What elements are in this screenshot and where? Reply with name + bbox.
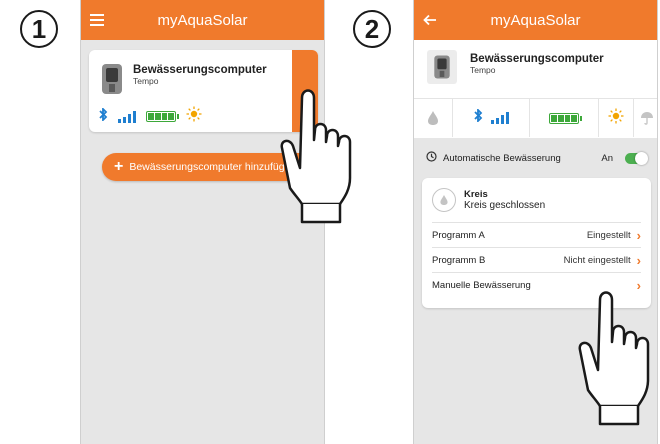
pointing-hand-icon bbox=[268, 78, 362, 233]
chevron-right-icon: › bbox=[636, 227, 641, 243]
device-image bbox=[427, 50, 457, 84]
app-bar: myAquaSolar bbox=[81, 0, 324, 40]
program-a-value: Eingestellt bbox=[586, 229, 631, 241]
device-subtitle: Tempo bbox=[133, 76, 159, 86]
chevron-right-icon: › bbox=[636, 252, 641, 268]
circuit-title: Kreis bbox=[464, 189, 488, 200]
program-b-row[interactable]: Programm B Nicht eingestellt › bbox=[432, 248, 641, 273]
device-subtitle: Tempo bbox=[470, 65, 496, 75]
battery-cell bbox=[530, 99, 599, 137]
hamburger-menu-icon[interactable] bbox=[90, 0, 104, 40]
program-b-value: Nicht eingestellt bbox=[563, 254, 631, 266]
signal-icon bbox=[118, 110, 136, 123]
app-title: myAquaSolar bbox=[490, 11, 581, 29]
app-bar: myAquaSolar bbox=[414, 0, 657, 40]
circuit-icon bbox=[432, 188, 456, 212]
sun-icon bbox=[608, 108, 624, 129]
device-header: Bewässerungscomputer Tempo bbox=[414, 40, 657, 138]
auto-irrigation-state: An bbox=[601, 152, 613, 164]
bluetooth-icon bbox=[99, 106, 108, 126]
device-image bbox=[99, 62, 125, 101]
program-a-label: Programm A bbox=[432, 229, 485, 241]
circuit-status: Kreis geschlossen bbox=[464, 200, 546, 211]
program-b-label: Programm B bbox=[432, 254, 486, 266]
back-arrow-icon[interactable] bbox=[423, 0, 437, 40]
umbrella-icon bbox=[634, 99, 657, 137]
pointing-hand-icon bbox=[566, 280, 660, 435]
manual-irrigation-label: Manuelle Bewässerung bbox=[432, 279, 531, 291]
auto-irrigation-label: Automatische Bewässerung bbox=[443, 152, 561, 164]
device-title: Bewässerungscomputer bbox=[133, 64, 267, 76]
auto-irrigation-row: Automatische Bewässerung An bbox=[414, 148, 657, 168]
program-a-row[interactable]: Programm A Eingestellt › bbox=[432, 223, 641, 248]
connection-status bbox=[453, 99, 530, 137]
water-drop-icon bbox=[414, 99, 453, 137]
auto-irrigation-toggle[interactable] bbox=[625, 151, 648, 165]
sun-cell bbox=[599, 99, 634, 137]
battery-icon bbox=[146, 111, 179, 122]
plus-icon: + bbox=[114, 158, 124, 175]
battery-icon bbox=[549, 112, 582, 124]
device-title: Bewässerungscomputer bbox=[470, 53, 604, 65]
sun-icon bbox=[186, 106, 202, 127]
app-title: myAquaSolar bbox=[157, 11, 248, 29]
bluetooth-icon bbox=[473, 107, 483, 127]
step-number-1: 1 bbox=[20, 10, 58, 48]
step-number-2: 2 bbox=[353, 10, 391, 48]
timer-icon bbox=[426, 149, 437, 167]
signal-icon bbox=[490, 112, 509, 124]
